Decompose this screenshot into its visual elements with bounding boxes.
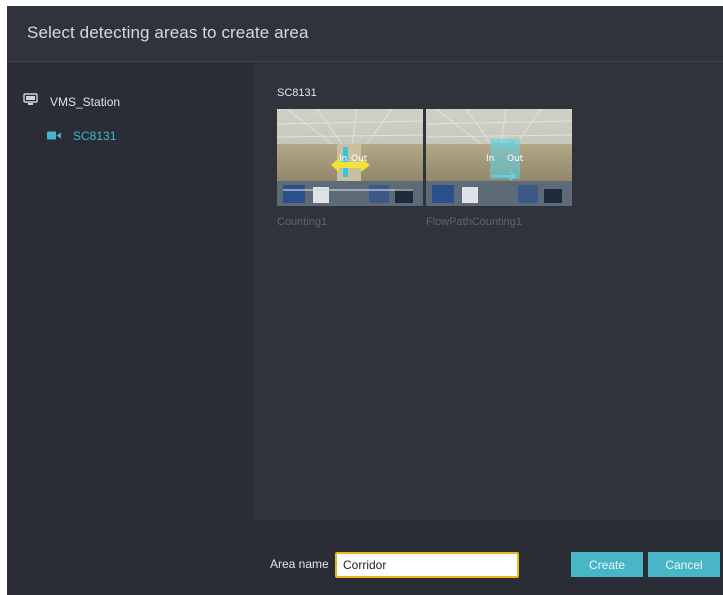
create-button[interactable]: Create bbox=[571, 552, 643, 577]
area-name-input[interactable] bbox=[335, 552, 519, 578]
dialog-header: Select detecting areas to create area bbox=[7, 6, 723, 62]
dialog-title: Select detecting areas to create area bbox=[27, 23, 309, 42]
video-camera-icon bbox=[47, 127, 61, 145]
thumbnail-label-flowpathcounting1: FlowPathCounting1 bbox=[426, 216, 523, 228]
thumbnail-flowpathcounting1[interactable]: In Out bbox=[426, 109, 572, 206]
tree-item-vms-station[interactable]: VMS_Station bbox=[23, 93, 120, 111]
overlay-in-label: In bbox=[339, 154, 347, 164]
area-name-label: Area name bbox=[270, 557, 329, 571]
tree-item-sc8131[interactable]: SC8131 bbox=[47, 127, 116, 145]
tree-item-label: VMS_Station bbox=[50, 95, 121, 109]
tree-item-label: SC8131 bbox=[73, 129, 117, 143]
thumbnail-counting1[interactable]: In Out bbox=[277, 109, 423, 206]
camera-snapshot-image: In Out bbox=[426, 109, 572, 206]
monitor-icon bbox=[23, 93, 38, 111]
camera-snapshot-image: In Out bbox=[277, 109, 423, 206]
cancel-button[interactable]: Cancel bbox=[648, 552, 720, 577]
device-tree-panel bbox=[7, 62, 252, 595]
overlay-in-label: In bbox=[486, 154, 494, 164]
overlay-out-label: Out bbox=[351, 154, 368, 164]
camera-section-title: SC8131 bbox=[277, 87, 317, 99]
thumbnail-label-counting1: Counting1 bbox=[277, 216, 328, 228]
overlay-out-label: Out bbox=[507, 154, 524, 164]
